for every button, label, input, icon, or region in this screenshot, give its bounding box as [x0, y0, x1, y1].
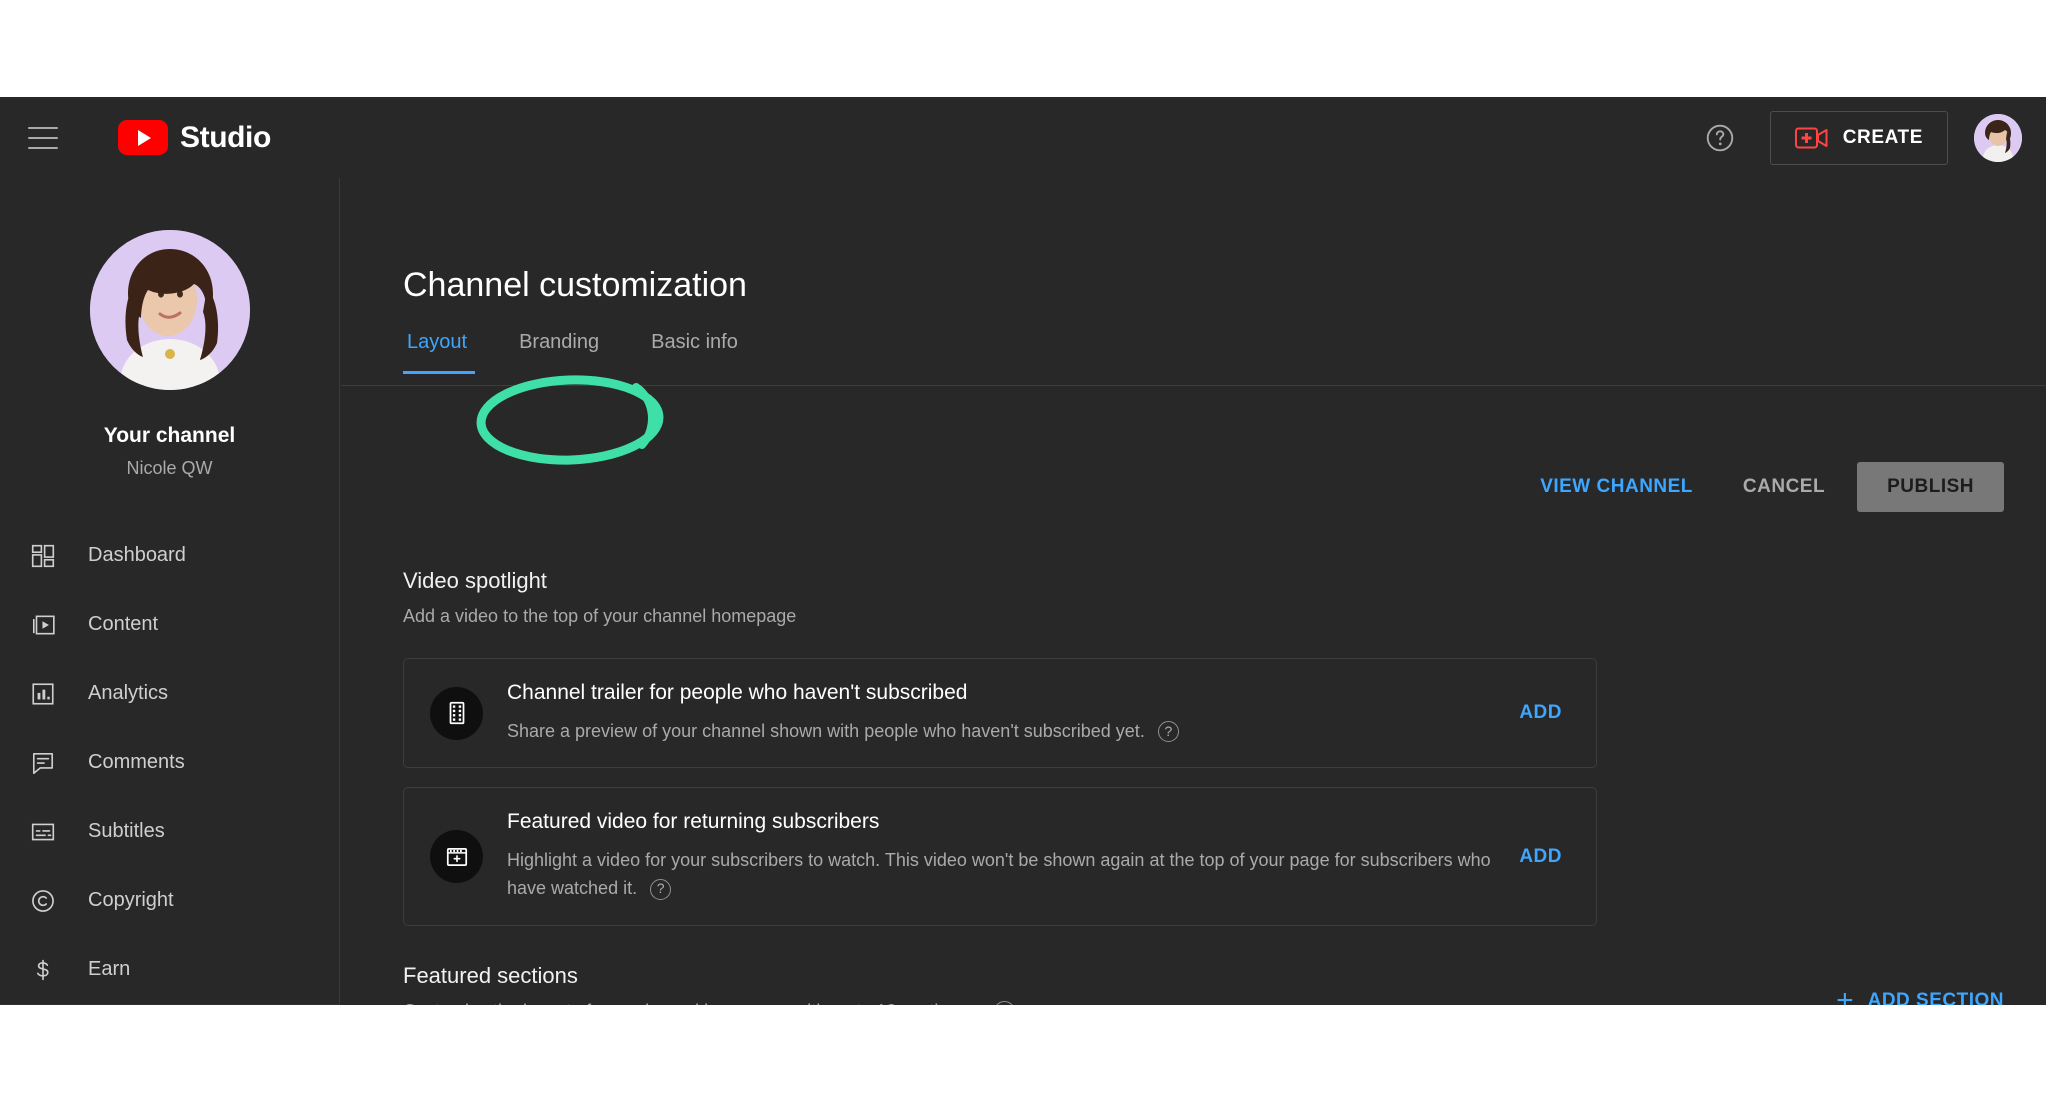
sidebar-item-label: Content	[88, 613, 158, 636]
sidebar-item-label: Subtitles	[88, 820, 165, 843]
section-subtitle-text: Add a video to the top of your channel h…	[403, 606, 796, 627]
copyright-icon	[26, 884, 60, 918]
sidebar-item-dashboard[interactable]: Dashboard	[0, 521, 339, 590]
sidebar-item-comments[interactable]: Comments	[0, 728, 339, 797]
tab-bar: Layout Branding Basic info	[403, 331, 764, 374]
sidebar-nav: Dashboard Content	[0, 521, 339, 1005]
add-section-button[interactable]: + ADD SECTION	[1836, 986, 2004, 1005]
card-body: Featured video for returning subscribers…	[483, 810, 1519, 903]
sidebar-scrollbar[interactable]	[339, 578, 340, 898]
cancel-button[interactable]: CANCEL	[1725, 464, 1843, 510]
card-title: Channel trailer for people who haven't s…	[507, 681, 1495, 705]
studio-logo-text: Studio	[180, 121, 271, 155]
section-subtitle: Add a video to the top of your channel h…	[403, 606, 796, 627]
channel-avatar[interactable]	[90, 230, 250, 390]
youtube-play-icon	[118, 120, 168, 155]
sidebar-item-label: Dashboard	[88, 544, 186, 567]
sidebar: Your channel Nicole QW Dashboard	[0, 178, 340, 1005]
card-body: Channel trailer for people who haven't s…	[483, 681, 1519, 746]
analytics-icon	[26, 677, 60, 711]
sidebar-item-content[interactable]: Content	[0, 590, 339, 659]
sidebar-item-subtitles[interactable]: Subtitles	[0, 797, 339, 866]
sidebar-item-analytics[interactable]: Analytics	[0, 659, 339, 728]
plus-icon: +	[1836, 986, 1854, 1005]
tab-label: Layout	[407, 331, 467, 353]
channel-name: Nicole QW	[126, 458, 212, 479]
channel-trailer-card: Channel trailer for people who haven't s…	[403, 658, 1597, 768]
top-bar: Studio CREATE	[0, 97, 2046, 178]
sidebar-item-customization[interactable]: Customization	[0, 1004, 339, 1005]
studio-logo[interactable]: Studio	[118, 120, 271, 155]
film-strip-icon	[430, 687, 483, 740]
help-icon[interactable]: ?	[1158, 721, 1179, 742]
featured-video-icon	[430, 830, 483, 883]
sidebar-item-copyright[interactable]: Copyright	[0, 866, 339, 935]
page-actions: VIEW CHANNEL CANCEL PUBLISH	[1522, 462, 2004, 512]
help-icon[interactable]: ?	[994, 1001, 1015, 1005]
video-plus-icon	[1795, 125, 1829, 151]
publish-button[interactable]: PUBLISH	[1857, 462, 2004, 512]
card-description-text: Share a preview of your channel shown wi…	[507, 721, 1145, 741]
create-button-label: CREATE	[1843, 127, 1923, 149]
channel-heading: Your channel	[104, 424, 235, 448]
sidebar-item-label: Analytics	[88, 682, 168, 705]
add-trailer-button[interactable]: ADD	[1519, 702, 1562, 724]
add-section-label: ADD SECTION	[1868, 990, 2004, 1005]
top-bar-actions: CREATE	[1696, 97, 2022, 178]
main-content: Channel customization Layout Branding Ba…	[341, 178, 2046, 1005]
tab-label: Basic info	[651, 331, 738, 353]
tabs-divider	[341, 385, 2046, 386]
comments-icon	[26, 746, 60, 780]
section-subtitle: Customize the layout of your channel hom…	[403, 1001, 1015, 1005]
section-subtitle-text: Customize the layout of your channel hom…	[403, 1001, 972, 1005]
sidebar-item-earn[interactable]: Earn	[0, 935, 339, 1004]
youtube-studio-app: Studio CREATE	[0, 97, 2046, 1005]
page-title: Channel customization	[403, 266, 747, 305]
card-description: Share a preview of your channel shown wi…	[507, 718, 1495, 746]
card-title: Featured video for returning subscribers	[507, 810, 1495, 834]
tab-branding[interactable]: Branding	[493, 331, 625, 374]
dashboard-icon	[26, 539, 60, 573]
tab-label: Branding	[519, 331, 599, 353]
sidebar-item-label: Earn	[88, 958, 130, 981]
featured-video-card: Featured video for returning subscribers…	[403, 787, 1597, 926]
view-channel-button[interactable]: VIEW CHANNEL	[1522, 464, 1711, 510]
earn-dollar-icon	[26, 953, 60, 987]
hamburger-icon[interactable]	[28, 127, 58, 149]
channel-block: Your channel Nicole QW	[0, 178, 339, 479]
sidebar-item-label: Comments	[88, 751, 185, 774]
avatar[interactable]	[1974, 114, 2022, 162]
content-icon	[26, 608, 60, 642]
help-circle-icon[interactable]	[1696, 114, 1744, 162]
sidebar-item-label: Copyright	[88, 889, 174, 912]
card-description: Highlight a video for your subscribers t…	[507, 847, 1495, 903]
section-title: Video spotlight	[403, 568, 796, 594]
video-spotlight-header: Video spotlight Add a video to the top o…	[403, 568, 796, 627]
add-featured-video-button[interactable]: ADD	[1519, 846, 1562, 868]
subtitles-icon	[26, 815, 60, 849]
create-button[interactable]: CREATE	[1770, 111, 1948, 165]
tab-basic-info[interactable]: Basic info	[625, 331, 764, 374]
tab-layout[interactable]: Layout	[403, 331, 493, 374]
featured-sections-header: Featured sections Customize the layout o…	[403, 963, 1015, 1005]
help-icon[interactable]: ?	[650, 879, 671, 900]
section-title: Featured sections	[403, 963, 1015, 989]
